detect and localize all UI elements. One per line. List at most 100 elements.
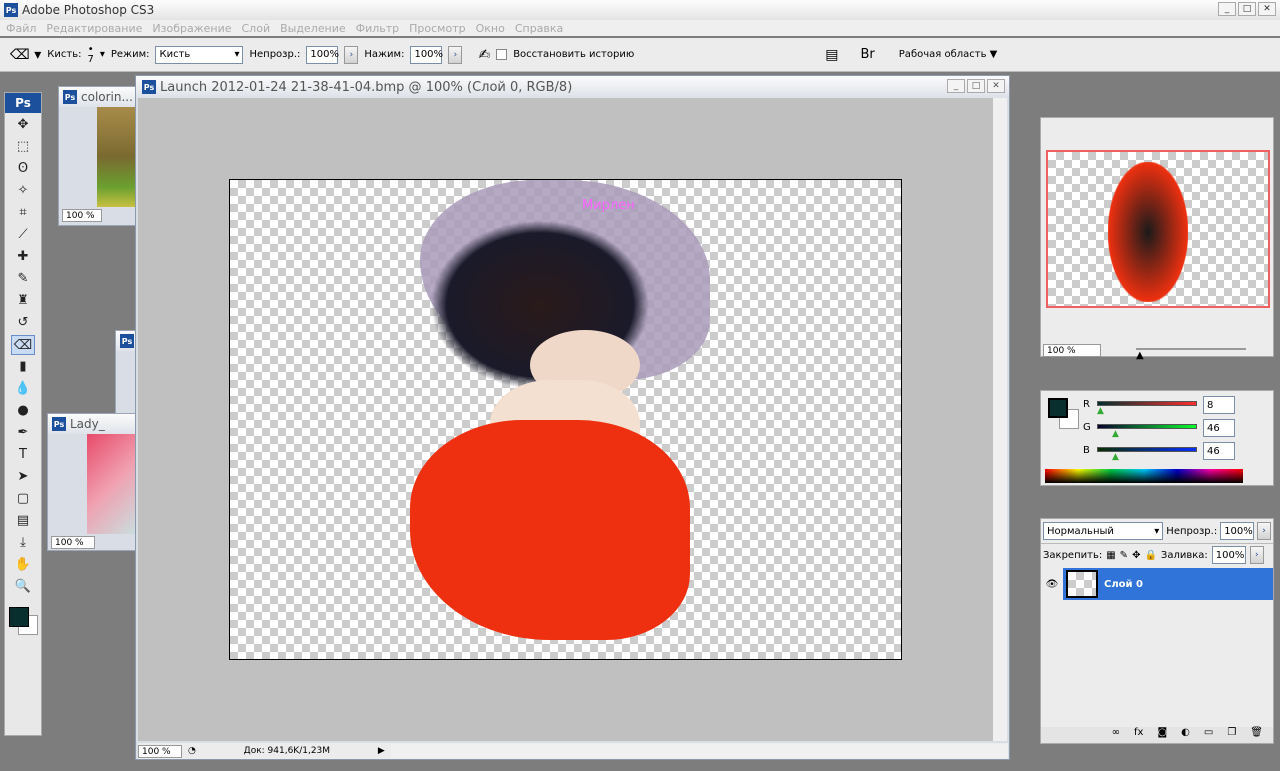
path-select-tool-icon[interactable]: ➤ [11,467,35,487]
menu-item[interactable]: Справка [515,22,563,35]
adjustment-layer-icon[interactable]: ◐ [1181,727,1190,743]
menu-item[interactable]: Слой [242,22,271,35]
palette-icon[interactable]: ▤ [825,47,838,63]
lock-all-icon[interactable]: 🔒 [1144,550,1156,561]
minimize-button[interactable]: _ [1218,2,1236,16]
menu-item[interactable]: Редактирование [46,22,142,35]
menu-item[interactable]: Просмотр [409,22,465,35]
menu-item[interactable]: Фильтр [356,22,400,35]
g-value-input[interactable]: 46 [1203,419,1235,437]
doc-close-button[interactable]: ✕ [987,79,1005,93]
lock-pixels-icon[interactable]: ✎ [1120,550,1128,561]
opacity-arrow[interactable]: › [344,45,359,64]
title-bar: Ps Adobe Photoshop CS3 _ □ ✕ [0,0,1280,20]
delete-layer-icon[interactable]: 🗑 [1250,727,1263,743]
canvas-area[interactable]: Мирлен [138,98,993,741]
workspace-button[interactable]: Рабочая область ▼ [899,49,998,60]
color-ramp[interactable] [1045,469,1243,483]
bridge-icon[interactable]: Br [861,47,875,62]
navigator-zoom-slider[interactable]: ▲ [1136,348,1246,361]
close-button[interactable]: ✕ [1258,2,1276,16]
history-checkbox[interactable] [496,49,508,60]
airbrush-icon[interactable]: ✍ [478,47,490,63]
gradient-tool-icon[interactable]: ▮ [11,357,35,377]
r-slider[interactable] [1097,401,1197,406]
navigator-zoom-field[interactable]: 100 % [1043,344,1101,357]
history-brush-tool-icon[interactable]: ↺ [11,313,35,333]
canvas[interactable]: Мирлен [229,179,902,660]
maximize-button[interactable]: □ [1238,2,1256,16]
eraser-icon[interactable]: ⌫ ▾ [10,47,41,63]
eraser-tool-icon[interactable]: ⌫ [11,335,35,355]
menu-item[interactable]: Окно [476,22,505,35]
healing-tool-icon[interactable]: ✚ [11,247,35,267]
document-window-colorin[interactable]: Ps colorin... 100 % [58,86,139,226]
status-menu-arrow[interactable]: ▶ [378,746,385,756]
blend-mode-select[interactable]: Нормальный ▾ [1043,522,1164,540]
hand-tool-icon[interactable]: ✋ [11,555,35,575]
layer-style-icon[interactable]: fx [1134,727,1143,743]
dodge-tool-icon[interactable]: ● [11,401,35,421]
lock-position-icon[interactable]: ✥ [1132,550,1140,561]
type-tool-icon[interactable]: T [11,445,35,465]
color-panel: R ▲ 8 G ▲ 46 B ▲ 46 [1040,390,1274,486]
main-document-window: Ps Launch 2012-01-24 21-38-41-04.bmp @ 10… [135,75,1010,760]
layer-opacity-arrow[interactable]: › [1257,522,1271,540]
brush-picker[interactable]: • 7 [87,44,93,65]
doc-maximize-button[interactable]: □ [967,79,985,93]
g-slider-thumb[interactable]: ▲ [1112,429,1119,439]
flow-arrow[interactable]: › [448,45,463,64]
marquee-tool-icon[interactable]: ⬚ [11,137,35,157]
new-layer-icon[interactable]: ❐ [1227,727,1236,743]
horizontal-scrollbar[interactable] [390,744,1008,758]
blur-tool-icon[interactable]: 💧 [11,379,35,399]
mode-select[interactable]: Кисть ▾ [155,45,244,64]
zoom-tool-icon[interactable]: 🔍 [11,577,35,597]
vertical-scrollbar[interactable] [993,98,1007,741]
zoom-field[interactable]: 100 % [51,536,95,549]
pen-tool-icon[interactable]: ✒ [11,423,35,443]
fill-label: Заливка: [1160,549,1208,561]
notes-tool-icon[interactable]: ▤ [11,511,35,531]
link-layers-icon[interactable]: ∞ [1112,727,1120,743]
magic-wand-tool-icon[interactable]: ✧ [11,181,35,201]
shape-tool-icon[interactable]: ▢ [11,489,35,509]
layer-row[interactable]: 👁 Слой 0 [1041,568,1273,600]
fill-arrow[interactable]: › [1249,546,1264,564]
visibility-eye-icon[interactable]: 👁 [1041,579,1063,590]
foreground-color-swatch[interactable] [9,607,29,627]
navigator-preview[interactable] [1046,150,1270,308]
lock-transparency-icon[interactable]: ▦ [1106,550,1115,561]
menu-item[interactable]: Выделение [280,22,346,35]
menu-item[interactable]: Изображение [152,22,231,35]
new-group-icon[interactable]: ▭ [1204,727,1213,743]
b-value-input[interactable]: 46 [1203,442,1235,460]
menu-item[interactable]: Файл [6,22,36,35]
r-slider-thumb[interactable]: ▲ [1097,406,1104,416]
canvas-text: Мирлен [582,198,635,213]
brush-tool-icon[interactable]: ✎ [11,269,35,289]
foreground-color-swatch[interactable] [1048,398,1068,418]
doc-minimize-button[interactable]: _ [947,79,965,93]
zoom-field[interactable]: 100 % [62,209,102,222]
layer-opacity-input[interactable]: 100% [1220,522,1255,540]
opacity-input[interactable]: 100% [306,45,339,64]
crop-tool-icon[interactable]: ⌗ [11,203,35,223]
slice-tool-icon[interactable]: ⟋ [11,225,35,245]
r-label: R [1083,399,1090,410]
b-label: B [1083,445,1090,456]
lasso-tool-icon[interactable]: ʘ [11,159,35,179]
layer-mask-icon[interactable]: ◙ [1157,727,1167,743]
flow-input[interactable]: 100% [410,45,443,64]
status-icon[interactable]: ◔ [188,746,196,756]
r-value-input[interactable]: 8 [1203,396,1235,414]
brush-label: Кисть: [47,49,82,60]
doc-zoom-field[interactable]: 100 % [138,744,182,758]
navigator-panel: 100 % ▲ [1040,117,1274,361]
b-slider-thumb[interactable]: ▲ [1112,452,1119,462]
stamp-tool-icon[interactable]: ♜ [11,291,35,311]
fill-input[interactable]: 100% [1211,546,1246,564]
eyedropper-tool-icon[interactable]: ⤓ [11,533,35,553]
document-window-lady[interactable]: Ps Lady_ 100 % [47,413,138,551]
move-tool-icon[interactable]: ✥ [11,115,35,135]
